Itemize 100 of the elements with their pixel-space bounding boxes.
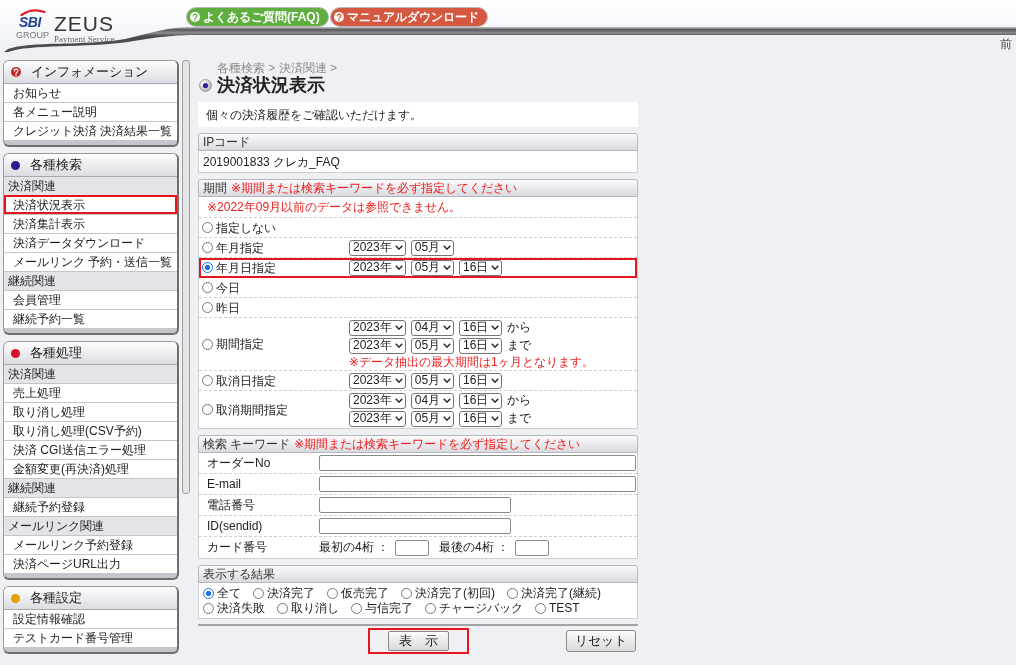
caret-icon <box>443 416 452 421</box>
date-dropdown[interactable]: 16日 <box>459 392 503 409</box>
date-dropdown[interactable]: 16日 <box>459 337 503 354</box>
radio-button[interactable] <box>202 404 213 415</box>
date-dropdown[interactable]: 2023年 <box>349 319 406 336</box>
sidebar-item[interactable]: クレジット決済 決済結果一覧 <box>4 121 177 140</box>
radio-button[interactable] <box>202 302 213 313</box>
date-dropdown[interactable]: 04月 <box>410 319 455 336</box>
sidebar-item[interactable]: メールリンク予約登録 <box>4 535 177 554</box>
caret-icon <box>394 343 403 348</box>
radio-button[interactable] <box>202 338 213 350</box>
sidebar-item[interactable]: 設定情報確認 <box>4 610 177 628</box>
panel-title: 各種処理 <box>30 344 82 362</box>
date-dropdown[interactable]: 16日 <box>459 372 503 389</box>
sidebar-item[interactable]: 売上処理 <box>4 383 177 402</box>
sidebar-item[interactable]: 継続予約一覧 <box>4 309 177 328</box>
sidebar-item[interactable]: 金額変更(再決済)処理 <box>4 459 177 478</box>
radio-label: 今日 <box>216 280 240 295</box>
swoosh-icon <box>20 8 46 16</box>
date-dropdown[interactable]: 2023年 <box>349 410 406 427</box>
radio-label: 与信完了 <box>365 601 413 615</box>
date-dropdown[interactable]: 2023年 <box>349 372 406 389</box>
range-suffix: から <box>507 392 532 409</box>
field-label: オーダーNo <box>207 454 271 472</box>
radio-button[interactable] <box>425 602 436 614</box>
sidebar-item[interactable]: 決済 CGI送信エラー処理 <box>4 440 177 459</box>
radio-button[interactable] <box>202 262 213 273</box>
radio-button[interactable] <box>202 282 213 293</box>
sidebar-item[interactable]: 決済データダウンロード <box>4 233 177 252</box>
sidebar-item[interactable]: メールリンク 予約・送信一覧 <box>4 252 177 271</box>
sidebar-item[interactable]: テストカード番号管理 <box>4 628 177 647</box>
radio-label: 決済失敗 <box>217 601 265 615</box>
sidebar-item[interactable]: 継続予約登録 <box>4 497 177 516</box>
ip-code-value: 2019001833 クレカ_FAQ <box>203 155 340 169</box>
radio-button[interactable] <box>202 242 213 253</box>
date-dropdown[interactable]: 05月 <box>410 239 455 256</box>
date-dropdown[interactable]: 2023年 <box>349 239 406 256</box>
date-dropdown[interactable]: 05月 <box>410 372 455 389</box>
input-field[interactable] <box>515 539 550 556</box>
sidebar-item[interactable]: 取り消し処理(CSV予約) <box>4 421 177 440</box>
radio-label: 取消日指定 <box>216 373 276 388</box>
caret-icon <box>394 325 403 330</box>
scrollbar-thumb[interactable] <box>182 60 190 494</box>
radio-label: 決済完了 <box>267 586 315 600</box>
radio-button[interactable] <box>253 587 264 599</box>
caret-icon <box>443 398 452 403</box>
input-field[interactable] <box>395 539 429 556</box>
radio-button[interactable] <box>277 602 288 614</box>
date-dropdown[interactable]: 05月 <box>410 410 455 427</box>
category-heading: メールリンク関連 <box>4 516 177 535</box>
input-field[interactable] <box>319 476 636 492</box>
date-dropdown[interactable]: 05月 <box>410 259 455 276</box>
caret-icon <box>491 265 500 270</box>
radio-button[interactable] <box>202 375 213 386</box>
radio-label: 全て <box>217 586 241 600</box>
radio-button[interactable] <box>327 587 338 599</box>
sidebar-item[interactable]: お知らせ <box>4 84 177 102</box>
date-dropdown[interactable]: 16日 <box>459 319 503 336</box>
field-label: E-mail <box>207 477 241 491</box>
radio-button[interactable] <box>507 587 518 599</box>
sidebar-item[interactable]: 決済状況表示 <box>4 195 177 214</box>
caret-icon <box>394 265 403 270</box>
radio-button[interactable] <box>351 602 362 614</box>
section-title: 期間 <box>203 180 227 196</box>
sidebar-item[interactable]: 会員管理 <box>4 290 177 309</box>
date-dropdown[interactable]: 04月 <box>410 392 455 409</box>
radio-button[interactable] <box>202 222 213 233</box>
radio-button[interactable] <box>535 602 546 614</box>
category-heading: 決済関連 <box>4 177 177 195</box>
sidebar-item[interactable]: 決済集計表示 <box>4 214 177 233</box>
radio-button[interactable] <box>401 587 412 599</box>
radio-label: 昨日 <box>216 300 240 315</box>
display-button[interactable]: 表 示 <box>387 631 449 651</box>
radio-button[interactable] <box>203 602 214 614</box>
radio-button[interactable] <box>203 587 214 599</box>
input-field[interactable] <box>319 497 511 513</box>
date-dropdown[interactable]: 16日 <box>459 259 503 276</box>
category-heading: 決済関連 <box>4 365 177 383</box>
sidebar-item[interactable]: 各メニュー説明 <box>4 102 177 121</box>
field-label: 最初の4桁 ： <box>319 539 389 556</box>
logo-subtitle: GROUP <box>16 30 49 40</box>
sidebar-item[interactable]: 決済ページURL出力 <box>4 554 177 573</box>
input-field[interactable] <box>319 455 636 471</box>
radio-label: チャージバック <box>439 601 523 615</box>
date-dropdown[interactable]: 2023年 <box>349 259 406 276</box>
date-dropdown[interactable]: 05月 <box>410 337 455 354</box>
radio-label: 決済完了(初回) <box>415 586 495 600</box>
date-dropdown[interactable]: 16日 <box>459 410 503 427</box>
date-dropdown[interactable]: 2023年 <box>349 337 406 354</box>
sidebar-item[interactable]: 取り消し処理 <box>4 402 177 421</box>
range-suffix: まで <box>507 410 532 427</box>
reset-button[interactable]: リセット <box>566 630 636 652</box>
radio-label: 年月日指定 <box>216 260 276 275</box>
input-field[interactable] <box>319 518 511 534</box>
date-dropdown[interactable]: 2023年 <box>349 392 406 409</box>
section-title: 表示する結果 <box>203 566 275 582</box>
caret-icon <box>491 325 500 330</box>
caret-icon <box>491 398 500 403</box>
help-link-button[interactable]: マニュアルダウンロード <box>330 8 487 26</box>
caret-icon <box>394 416 403 421</box>
